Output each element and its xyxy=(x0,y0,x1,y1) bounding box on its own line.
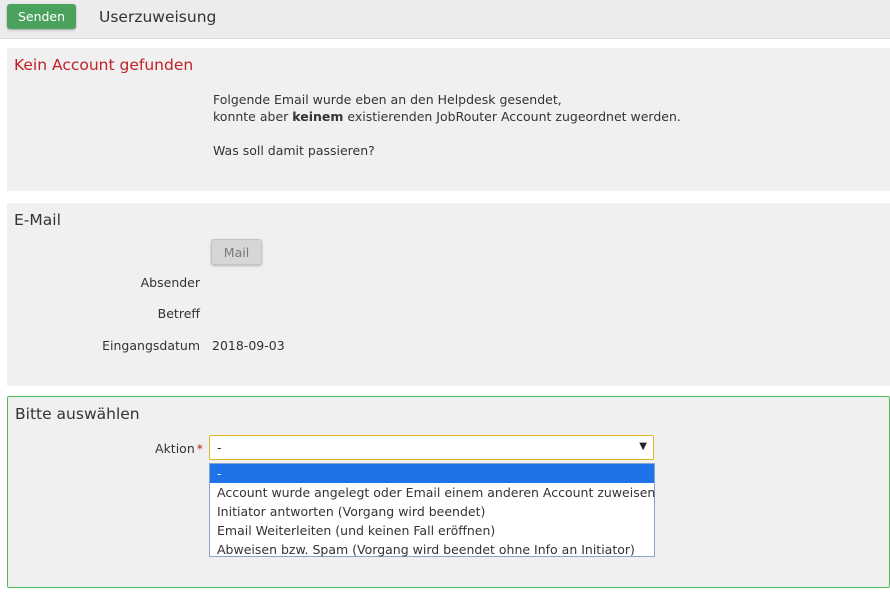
selection-panel: Bitte auswählen Aktion * - ▼ - Account wu… xyxy=(7,396,890,588)
dropdown-option[interactable]: - xyxy=(210,464,654,483)
required-marker: * xyxy=(196,441,203,456)
no-account-panel: Kein Account gefunden Folgende Email wur… xyxy=(7,48,890,191)
message-line-2-end: existierenden JobRouter Account zugeordn… xyxy=(343,109,681,124)
message-line-2: konnte aber keinem existierenden JobRout… xyxy=(213,108,681,125)
sender-label: Absender xyxy=(140,275,200,290)
no-account-heading: Kein Account gefunden xyxy=(14,56,194,74)
message-question: Was soll damit passieren? xyxy=(213,143,375,158)
dropdown-option[interactable]: Abweisen bzw. Spam (Vorgang wird beendet… xyxy=(210,540,654,559)
selection-heading: Bitte auswählen xyxy=(15,405,140,423)
dropdown-option[interactable]: Email Weiterleiten (und keinen Fall eröf… xyxy=(210,521,654,540)
chevron-down-icon: ▼ xyxy=(639,441,647,452)
message-line-2-start: konnte aber xyxy=(213,109,293,124)
received-date-label: Eingangsdatum xyxy=(102,338,200,353)
toolbar: Senden Userzuweisung xyxy=(0,0,890,39)
email-panel: E-Mail Mail Absender Betreff Eingangsdat… xyxy=(7,203,890,386)
action-label-text: Aktion xyxy=(155,441,195,456)
mail-button[interactable]: Mail xyxy=(211,239,262,265)
action-select[interactable]: - ▼ xyxy=(209,435,654,460)
dropdown-option[interactable]: Initiator antworten (Vorgang wird beende… xyxy=(210,502,654,521)
send-button[interactable]: Senden xyxy=(7,4,76,29)
dropdown-option[interactable]: Account wurde angelegt oder Email einem … xyxy=(210,483,655,502)
info-message: Folgende Email wurde eben an den Helpdes… xyxy=(213,91,681,159)
action-dropdown-list: - Account wurde angelegt oder Email eine… xyxy=(209,463,655,557)
message-bold-word: keinem xyxy=(292,109,344,124)
email-heading: E-Mail xyxy=(14,211,61,229)
received-date-value: 2018-09-03 xyxy=(212,338,285,353)
action-label: Aktion * xyxy=(108,441,203,456)
page-title: Userzuweisung xyxy=(99,8,217,26)
subject-label: Betreff xyxy=(157,306,200,321)
action-select-value: - xyxy=(217,440,222,455)
message-line-1: Folgende Email wurde eben an den Helpdes… xyxy=(213,92,562,107)
